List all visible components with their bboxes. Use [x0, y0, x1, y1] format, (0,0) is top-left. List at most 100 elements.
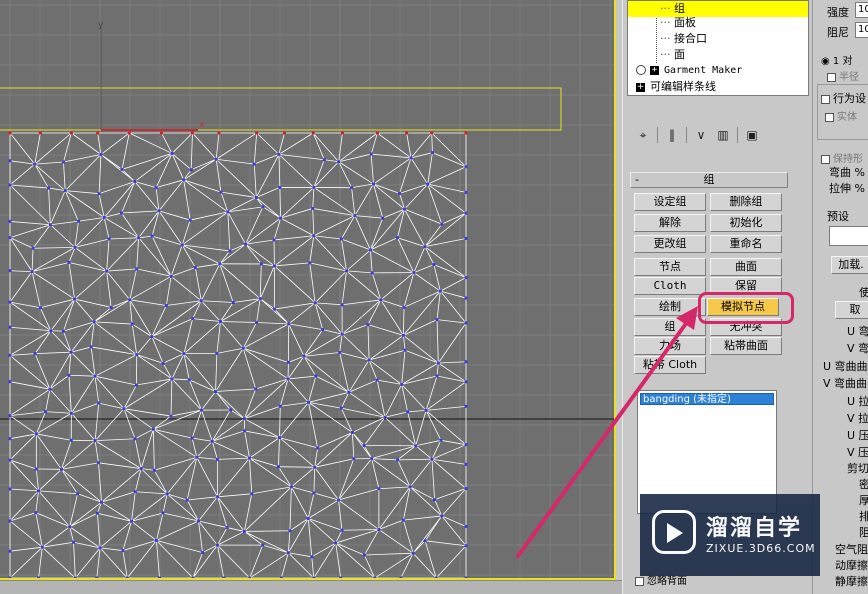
mesh-vertex[interactable] — [130, 322, 134, 326]
mesh-vertex[interactable] — [67, 260, 71, 264]
mesh-vertex[interactable] — [412, 271, 416, 275]
mesh-vertex[interactable] — [201, 551, 205, 555]
mesh-vertex[interactable] — [73, 297, 77, 301]
mesh-vertex[interactable] — [8, 414, 12, 418]
mesh-vertex[interactable] — [150, 335, 154, 339]
mesh-vertex[interactable] — [381, 216, 385, 220]
mesh-vertex[interactable] — [370, 457, 374, 461]
mesh-vertex[interactable] — [464, 276, 468, 280]
mesh-vertex[interactable] — [366, 323, 370, 327]
mesh-vertex[interactable] — [170, 151, 174, 155]
mesh-vertex[interactable] — [259, 262, 263, 266]
pinned-vertex[interactable] — [69, 131, 73, 135]
mesh-vertex[interactable] — [272, 238, 276, 242]
mesh-vertex[interactable] — [189, 168, 193, 172]
mesh-vertex[interactable] — [362, 553, 366, 557]
mesh-vertex[interactable] — [69, 350, 73, 354]
config-icon[interactable]: ▣ — [744, 127, 760, 143]
mesh-vertex[interactable] — [218, 262, 222, 266]
mesh-vertex[interactable] — [150, 234, 154, 238]
group-rollout-header[interactable]: - 组 — [630, 172, 788, 188]
mesh-vertex[interactable] — [286, 551, 290, 555]
mesh-vertex[interactable] — [8, 549, 12, 553]
tree-item-panel[interactable]: ··· 面板 — [628, 15, 696, 31]
mesh-vertex[interactable] — [169, 414, 173, 418]
mesh-vertex[interactable] — [215, 457, 219, 461]
mesh-vertex[interactable] — [48, 387, 52, 391]
act-as-option[interactable]: 行为设 — [821, 90, 866, 106]
mesh-vertex[interactable] — [403, 348, 407, 352]
mesh-vertex[interactable] — [337, 498, 341, 502]
mesh-vertex[interactable] — [464, 296, 468, 300]
mesh-vertex[interactable] — [334, 541, 338, 545]
mesh-vertex[interactable] — [247, 456, 251, 460]
mesh-vertex[interactable] — [345, 269, 349, 273]
mesh-vertex[interactable] — [288, 529, 292, 533]
mesh-vertex[interactable] — [157, 209, 161, 213]
mesh-vertex[interactable] — [8, 519, 12, 523]
mesh-vertex[interactable] — [313, 465, 317, 469]
mesh-vertex[interactable] — [289, 485, 293, 489]
mesh-vertex[interactable] — [8, 487, 12, 491]
rename-button[interactable]: 重命名 — [710, 235, 782, 253]
checkbox[interactable] — [821, 154, 830, 164]
mesh-vertex[interactable] — [372, 182, 376, 186]
mesh-vertex[interactable] — [34, 467, 38, 471]
mesh-vertex[interactable] — [69, 411, 73, 415]
mesh-vertex[interactable] — [154, 539, 158, 543]
mesh-vertex[interactable] — [401, 333, 405, 337]
mesh-vertex[interactable] — [286, 360, 290, 364]
cloth-button[interactable]: Cloth — [634, 277, 706, 295]
mesh-vertex[interactable] — [440, 514, 444, 518]
mesh-vertex[interactable] — [311, 206, 315, 210]
damping-field[interactable]: 10 — [855, 22, 868, 38]
mesh-vertex[interactable] — [339, 237, 343, 241]
mesh-vertex[interactable] — [314, 374, 318, 378]
mesh-vertex[interactable] — [8, 380, 12, 384]
mesh-vertex[interactable] — [44, 410, 48, 414]
sticky-surface-button[interactable]: 粘帯曲面 — [710, 337, 782, 355]
mesh-vertex[interactable] — [403, 207, 407, 211]
change-group-button[interactable]: 更改组 — [634, 235, 706, 253]
delete-group-button[interactable]: 删除组 — [710, 193, 782, 211]
presets-dropdown[interactable] — [829, 226, 868, 246]
mesh-vertex[interactable] — [353, 214, 357, 218]
cloth-mesh[interactable] — [8, 131, 468, 580]
mesh-vertex[interactable] — [464, 404, 468, 408]
mesh-vertex[interactable] — [8, 458, 12, 462]
mesh-vertex[interactable] — [190, 436, 194, 440]
mesh-vertex[interactable] — [95, 511, 99, 515]
mesh-vertex[interactable] — [231, 301, 235, 305]
mesh-vertex[interactable] — [352, 457, 356, 461]
mesh-vertex[interactable] — [135, 353, 139, 357]
mesh-vertex[interactable] — [396, 458, 400, 462]
checkbox[interactable] — [821, 94, 830, 104]
mesh-vertex[interactable] — [464, 524, 468, 528]
pinned-vertex[interactable] — [430, 131, 434, 135]
mesh-vertex[interactable] — [276, 465, 280, 469]
pinned-vertex[interactable] — [340, 131, 344, 135]
mesh-vertex[interactable] — [254, 195, 258, 199]
mesh-vertex[interactable] — [214, 157, 218, 161]
mesh-vertex[interactable] — [464, 487, 468, 491]
mesh-vertex[interactable] — [76, 219, 80, 223]
mesh-vertex[interactable] — [435, 318, 439, 322]
mesh-vertex[interactable] — [215, 351, 219, 355]
surface-button[interactable]: 曲面 — [710, 258, 782, 276]
mesh-vertex[interactable] — [464, 321, 468, 325]
mesh-vertex[interactable] — [169, 274, 173, 278]
tree-item-seam[interactable]: ··· 接合口 — [628, 31, 707, 47]
expand-icon[interactable]: + — [650, 65, 659, 75]
mesh-vertex[interactable] — [128, 298, 132, 302]
mesh-vertex[interactable] — [370, 271, 374, 275]
mesh-vertex[interactable] — [8, 325, 12, 329]
mesh-vertex[interactable] — [187, 378, 191, 382]
sticky-cloth-button[interactable]: 粘帯 Cloth — [634, 356, 706, 374]
mesh-vertex[interactable] — [120, 167, 124, 171]
mesh-vertex[interactable] — [411, 551, 415, 555]
mesh-vertex[interactable] — [423, 245, 427, 249]
mesh-vertex[interactable] — [278, 185, 282, 189]
mesh-vertex[interactable] — [34, 511, 38, 515]
mesh-vertex[interactable] — [278, 404, 282, 408]
mesh-vertex[interactable] — [219, 190, 223, 194]
